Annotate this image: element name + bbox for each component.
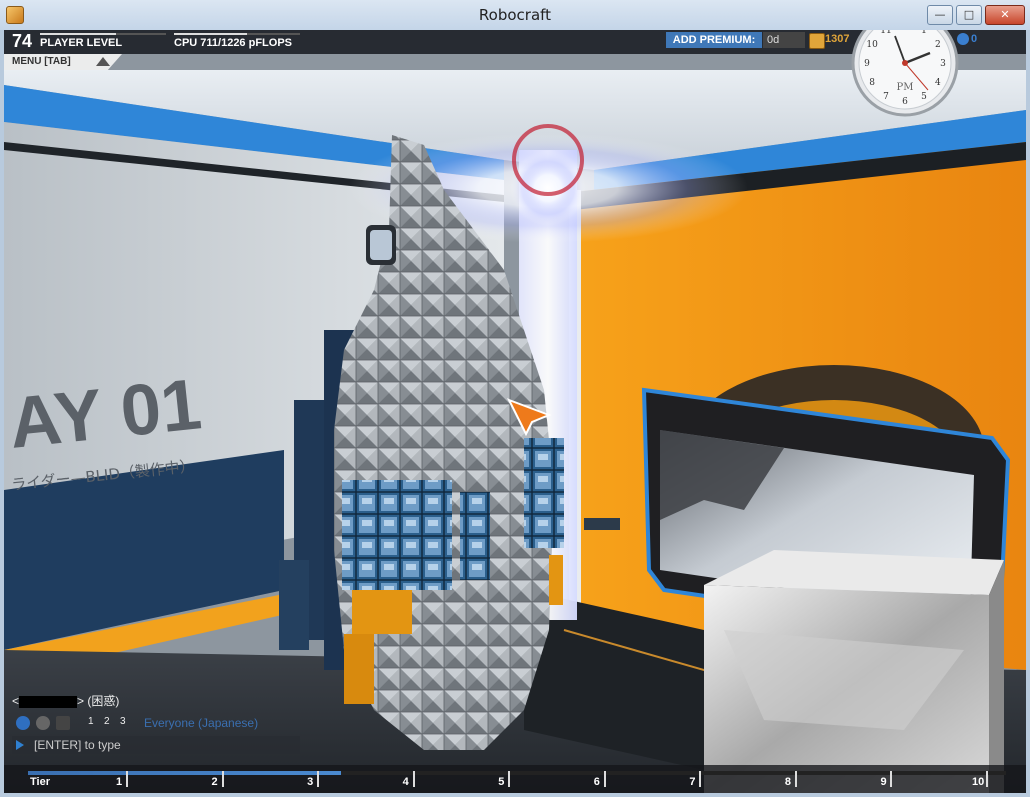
clock-numeral: 3	[940, 59, 946, 69]
menu-arrow-icon	[96, 57, 110, 66]
cpu-bar-fill	[174, 33, 248, 35]
channel-1[interactable]: 1	[88, 716, 94, 727]
tier-tick-line	[221, 771, 224, 787]
tier-label: Tier	[30, 776, 50, 788]
tier-track	[28, 771, 1006, 775]
tier-tick-label: 1	[116, 776, 123, 788]
tier-tick-line	[508, 771, 511, 787]
game-viewport[interactable]: AY 01 ライダー—BLID（製作中） 74 PLAYER LEVEL CPU…	[4, 30, 1026, 793]
tier-tick-label: 6	[593, 776, 600, 788]
team-icon[interactable]	[36, 716, 50, 730]
tier-tick-label: 5	[498, 776, 505, 788]
tier-tick-line	[412, 771, 415, 787]
clock-numeral: 11	[880, 30, 891, 36]
menu-tab-button[interactable]: MENU [TAB]	[4, 54, 122, 70]
clock-numeral: 9	[864, 59, 870, 69]
premium-days: 0d	[763, 32, 805, 48]
tier-tick-line	[317, 771, 320, 787]
clock-numeral: 2	[935, 40, 941, 50]
rp-value: 1307	[825, 33, 850, 45]
level-progress-fill	[40, 33, 116, 35]
channel-2[interactable]: 2	[104, 716, 110, 727]
tier-tick-label: 10	[972, 776, 985, 788]
tier-tick-label: 4	[402, 776, 409, 788]
clock-numeral: 8	[869, 78, 875, 88]
cpu-label: CPU 711/1226 pFLOPS	[174, 37, 292, 49]
app-window: Robocraft — □ ✕ AY 01 ライダー—BLID（製作中） 74 …	[0, 0, 1030, 797]
close-button[interactable]: ✕	[985, 5, 1025, 25]
chat-panel: < > (困惑) 1 2 3 Everyone (Japanese) [ENTER…	[4, 682, 304, 762]
redacted-username	[19, 695, 78, 708]
title-bar[interactable]: Robocraft — □ ✕	[0, 0, 1030, 30]
rp-currency-icon	[809, 33, 825, 49]
tier-tick-label: 7	[689, 776, 696, 788]
clock-numeral: 12	[899, 30, 910, 31]
tier-tick-label: 2	[211, 776, 218, 788]
chat-send-icon	[16, 740, 24, 750]
chat-message-prefix: <	[12, 694, 20, 708]
tier-tick-line	[126, 771, 128, 787]
tier-tick-label: 8	[784, 776, 791, 788]
chat-channel-label: Everyone (Japanese)	[144, 716, 259, 730]
maximize-button[interactable]: □	[956, 5, 982, 25]
tier-tick-label: 9	[880, 776, 887, 788]
add-premium-button[interactable]: ADD PREMIUM:	[666, 32, 762, 48]
chat-input-hint: [ENTER] to type	[34, 738, 121, 752]
gc-value: 0	[971, 33, 978, 45]
party-icon[interactable]	[56, 716, 70, 730]
chat-message-text: > (困惑)	[77, 694, 120, 708]
tier-tick-line	[986, 771, 988, 787]
clock-numeral: 1	[921, 30, 927, 36]
globe-icon[interactable]	[16, 716, 30, 730]
chat-input[interactable]: [ENTER] to type	[12, 736, 300, 754]
menu-label: MENU [TAB]	[12, 56, 71, 67]
minimize-button[interactable]: —	[927, 5, 953, 25]
clock-period: PM	[897, 82, 914, 93]
tier-tick-line	[890, 771, 893, 787]
level-progress-bar	[40, 33, 166, 35]
clock-numeral: 7	[883, 92, 889, 102]
tier-progress-fill	[28, 771, 341, 775]
clock-numeral: 5	[921, 92, 927, 102]
clock-widget[interactable]: 121234567891011 PM	[850, 30, 960, 118]
window-title: Robocraft	[478, 6, 552, 24]
channel-3[interactable]: 3	[120, 716, 126, 727]
cpu-bar	[174, 33, 300, 35]
tier-tick-label: 3	[307, 776, 314, 788]
clock-numeral: 4	[935, 78, 941, 88]
clock-numeral: 10	[866, 40, 878, 50]
tier-progress-bar: Tier 1 2 3 4 5 6 7 8 9 10	[4, 765, 1026, 793]
tier-tick-line	[603, 771, 606, 787]
player-level-number: 74	[12, 31, 33, 51]
clock-numeral: 6	[902, 97, 908, 107]
tier-tick-line	[699, 771, 702, 787]
garage-scene: AY 01 ライダー—BLID（製作中）	[4, 30, 1026, 793]
tier-tick-line	[794, 771, 797, 787]
chat-message: < > (困惑)	[12, 692, 119, 709]
player-level-label: PLAYER LEVEL	[40, 37, 123, 49]
